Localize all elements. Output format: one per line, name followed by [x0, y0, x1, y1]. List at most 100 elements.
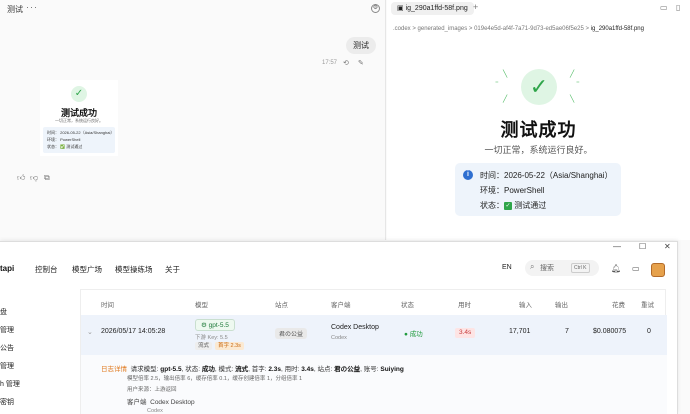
- nav-model-square[interactable]: 模型广场: [72, 264, 102, 275]
- brand-logo[interactable]: tapi: [0, 264, 14, 273]
- row-retry: 0: [647, 328, 651, 335]
- column-header: 站点: [275, 302, 288, 309]
- search-icon: ⌕: [530, 262, 535, 271]
- row-cost: $0.080075: [593, 328, 627, 335]
- client-sub: Codex: [331, 335, 347, 341]
- column-header: 花费: [612, 302, 625, 309]
- site-tag: 君の公益: [275, 328, 308, 339]
- thumbnail-info-box: 时间： 2026-05-22（Asia/Shanghai） 环境： PowerS…: [43, 127, 115, 153]
- nav-playground[interactable]: 模型操练场: [115, 264, 153, 275]
- minimize-icon[interactable]: —: [613, 242, 621, 251]
- sparkle-icon: ⁼: [495, 81, 499, 88]
- row-detail: 日志详情 请求模型: gpt-5.5, 状态: 成功, 模式: 流式, 首字: …: [81, 355, 667, 414]
- detail-client: 客户端 Codex Desktop: [127, 399, 195, 406]
- user-message: 测试: [346, 37, 376, 54]
- first-token-pill: 首字 2.3s: [215, 342, 244, 350]
- breadcrumb-current: ig_290a1ffd-58f.png: [590, 26, 644, 32]
- sparkle-icon: ╲: [503, 71, 508, 78]
- breadcrumb-item[interactable]: .codex: [393, 26, 411, 32]
- row-input: 17,701: [509, 328, 531, 335]
- info-env: 环境：PowerShell: [480, 186, 545, 195]
- tab-image[interactable]: ▣ ig_290a1ffd-58f.png: [391, 2, 474, 15]
- nav-console[interactable]: 控制台: [35, 264, 58, 275]
- sparkle-icon: ╱: [570, 71, 575, 78]
- info-icon: i: [463, 170, 473, 180]
- column-header: 输出: [555, 302, 568, 309]
- column-header: 状态: [401, 302, 414, 309]
- info-status: 状态：✓ 测试通过: [480, 201, 547, 210]
- close-panel-icon[interactable]: ▯: [676, 3, 680, 12]
- log-table: 时间 模型 站点 客户端 状态 用时 输入 输出 花费 重试 ⌄ 2026/05…: [80, 289, 667, 414]
- split-view-icon[interactable]: ▭: [660, 3, 668, 12]
- status-badge: ● 成功: [404, 331, 423, 338]
- thumbs-up-icon[interactable]: 👍︎: [17, 173, 25, 183]
- column-header: 用时: [458, 302, 471, 309]
- model-tag: ⚙ gpt-5.5: [195, 319, 235, 331]
- new-tab-icon[interactable]: +: [473, 2, 478, 12]
- breadcrumb-item[interactable]: generated_images: [418, 26, 468, 32]
- column-header: 客户端: [331, 302, 351, 309]
- more-icon[interactable]: ···: [26, 2, 38, 12]
- duration-badge: 3.4s: [455, 328, 476, 338]
- breadcrumb-item[interactable]: 019e4e5d-af4f-7a71-9d73-ed5ae06f5e25: [474, 26, 584, 32]
- info-box: i 时间：2026-05-22（Asia/Shanghai） 环境：PowerS…: [455, 163, 621, 216]
- bell-icon[interactable]: 🔔︎: [611, 264, 621, 273]
- sidebar-item[interactable]: 密钥: [0, 397, 14, 407]
- info-time: 时间：2026-05-22（Asia/Shanghai）: [480, 171, 613, 180]
- thumbnail-line: 状态： ✅ 测试通过: [47, 144, 83, 149]
- detail-line-2: 模型倍率 2.5，输出倍率 6，缓存倍率 0.1，缓存创建倍率 1，分组倍率 1: [127, 376, 303, 382]
- search-box[interactable]: ⌕ 搜索 Ctrl K: [525, 260, 599, 276]
- maximize-icon[interactable]: ☐: [639, 242, 646, 251]
- row-time: 2026/05/17 14:05:28: [101, 328, 166, 335]
- sidebar-item[interactable]: 公告: [0, 343, 14, 353]
- thumbnail-line: 环境： PowerShell: [47, 137, 81, 142]
- monitor-icon[interactable]: ▭: [632, 264, 640, 273]
- detail-client-sub: Codex: [147, 408, 163, 414]
- search-placeholder: 搜索: [540, 265, 554, 272]
- row-output: 7: [565, 328, 569, 335]
- sidebar-item[interactable]: h 管理: [0, 379, 20, 389]
- edit-icon[interactable]: ✎: [358, 59, 364, 67]
- sparkle-icon: ⁼: [576, 81, 580, 88]
- expand-chevron-icon[interactable]: ⌄: [87, 328, 93, 336]
- thumbs-down-icon[interactable]: 👎︎: [30, 173, 38, 183]
- sidebar-item[interactable]: 管理: [0, 361, 14, 371]
- breadcrumb: .codex > generated_images > 019e4e5d-af4…: [393, 26, 644, 32]
- image-file-icon: ▣: [397, 5, 404, 12]
- tab-label: ig_290a1ffd-58f.png: [405, 5, 468, 12]
- column-header: 时间: [101, 302, 114, 309]
- settings-icon[interactable]: ⚙: [371, 4, 380, 13]
- openai-icon: ⚙: [201, 322, 207, 329]
- sidebar-item[interactable]: 管理: [0, 325, 14, 335]
- mode-pill: 流式: [195, 342, 213, 350]
- column-header: 模型: [195, 302, 208, 309]
- chat-pane: 测试 ··· ⚙ 测试 17:57 ⟲ ✎ ✓ 测试成功 一切正常，系统运行良好…: [0, 0, 386, 240]
- thumbnail-line: 时间： 2026-05-22（Asia/Shanghai）: [47, 130, 115, 135]
- copy-icon[interactable]: ⧉: [44, 173, 50, 183]
- check-icon: ✓: [71, 86, 87, 102]
- column-header: 重试: [641, 302, 654, 309]
- check-box-icon: ✓: [504, 201, 512, 210]
- image-viewer: ▣ ig_290a1ffd-58f.png + ▭ ▯ .codex > gen…: [387, 0, 690, 240]
- api-app-window: — ☐ ✕ tapi 控制台 模型广场 模型操练场 关于 EN ⌕ 搜索 Ctr…: [0, 241, 678, 414]
- column-header: 输入: [519, 302, 532, 309]
- sparkle-icon: ╲: [570, 96, 575, 103]
- thumbnail-subtitle: 一切正常，系统运行良好。: [55, 118, 103, 123]
- detail-line-1: 日志详情 请求模型: gpt-5.5, 状态: 成功, 模式: 流式, 首字: …: [101, 366, 404, 373]
- client-name: Codex Desktop: [331, 324, 379, 331]
- message-time: 17:57: [322, 60, 338, 66]
- sidebar-item[interactable]: 盘: [0, 307, 7, 317]
- avatar[interactable]: [651, 263, 665, 277]
- nav-about[interactable]: 关于: [165, 264, 180, 275]
- success-check-icon: ✓: [521, 69, 557, 105]
- image-thumbnail[interactable]: ✓ 测试成功 一切正常，系统运行良好。 时间： 2026-05-22（Asia/…: [40, 80, 118, 156]
- table-row[interactable]: ⌄ 2026/05/17 14:05:28 ⚙ gpt-5.5 下游 Key: …: [81, 315, 667, 355]
- chat-title: 测试: [7, 5, 23, 14]
- image-title: 测试成功: [500, 120, 577, 140]
- retry-icon[interactable]: ⟲: [343, 59, 349, 67]
- close-icon[interactable]: ✕: [664, 242, 671, 251]
- sparkle-icon: ╱: [503, 96, 508, 103]
- model-sub: 下游 Key: 5.5: [195, 335, 228, 341]
- search-shortcut: Ctrl K: [571, 263, 590, 273]
- language-switch[interactable]: EN: [502, 264, 512, 271]
